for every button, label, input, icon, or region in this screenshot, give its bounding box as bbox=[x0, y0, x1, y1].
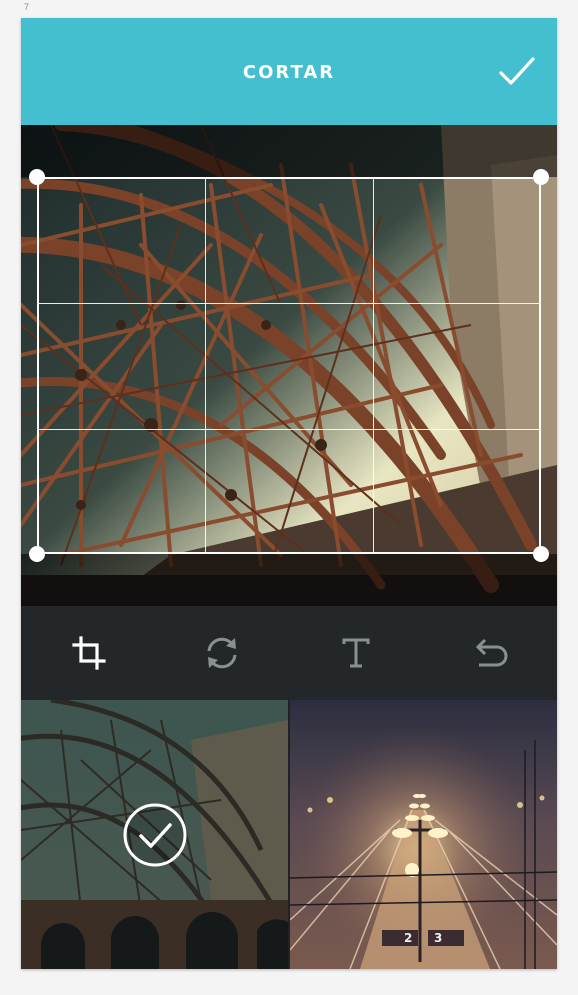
undo-tool-button[interactable] bbox=[467, 630, 513, 676]
crop-handle-bottom-right[interactable] bbox=[533, 546, 549, 562]
crop-canvas bbox=[21, 125, 557, 606]
rotate-tool-button[interactable] bbox=[199, 630, 245, 676]
grid-line bbox=[205, 179, 206, 552]
crop-handle-top-left[interactable] bbox=[29, 169, 45, 185]
thumbnail-bridge[interactable] bbox=[21, 700, 288, 969]
crop-mask-top bbox=[21, 125, 557, 177]
rotate-icon bbox=[207, 637, 237, 669]
platform-sign-label: 2 bbox=[404, 931, 412, 945]
railway-thumbnail-image: 2 3 bbox=[290, 700, 557, 969]
platform-sign-label: 3 bbox=[434, 931, 442, 945]
tool-bar bbox=[21, 606, 557, 700]
crop-tool-button[interactable] bbox=[66, 630, 112, 676]
checkmark-icon bbox=[499, 57, 535, 85]
phone-screen: CORTAR 2 3 bbox=[21, 18, 557, 969]
page-number: 7 bbox=[24, 2, 30, 12]
undo-icon bbox=[475, 638, 508, 667]
crop-handle-top-right[interactable] bbox=[533, 169, 549, 185]
photo-thumbnail-strip: 2 3 bbox=[21, 700, 557, 969]
crop-icon bbox=[72, 636, 106, 670]
text-icon bbox=[342, 638, 370, 668]
crop-handle-bottom-left[interactable] bbox=[29, 546, 45, 562]
grid-line bbox=[373, 179, 374, 552]
crop-mask-bottom bbox=[21, 554, 557, 606]
crop-frame[interactable] bbox=[37, 177, 541, 554]
page-title: CORTAR bbox=[242, 62, 336, 83]
header-bar: CORTAR bbox=[21, 18, 557, 125]
text-tool-button[interactable] bbox=[333, 630, 379, 676]
grid-line bbox=[39, 303, 539, 304]
thumbnail-railway[interactable]: 2 3 bbox=[290, 700, 557, 969]
confirm-button[interactable] bbox=[495, 52, 539, 92]
selected-check-icon bbox=[123, 803, 187, 867]
grid-line bbox=[39, 429, 539, 430]
